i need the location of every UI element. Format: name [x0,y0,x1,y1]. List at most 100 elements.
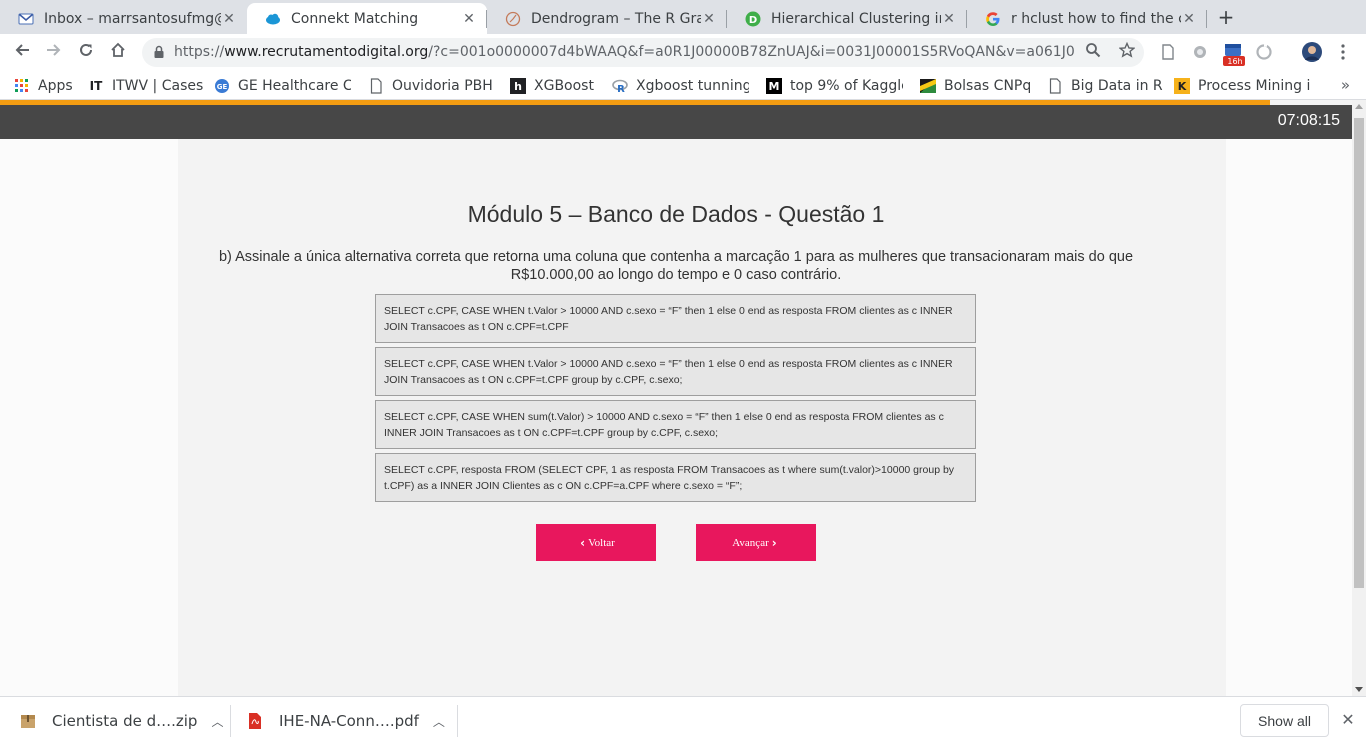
browser-toolbar: https://www.recrutamentodigital.org/?c=0… [0,34,1366,72]
datanovia-icon: D [745,11,761,27]
tab-title: r hclust how to find the co [1011,10,1181,27]
page-viewport: 07:08:15 Módulo 5 – Banco de Dados - Que… [0,100,1352,696]
download-shelf: Cientista de d….zip ︿ IHE-NA-Conn….pdf ︿… [0,696,1366,744]
scroll-up-arrow-icon[interactable] [1355,104,1363,109]
zoom-icon[interactable] [1083,42,1103,62]
bookmark-label: Big Data in R [1071,78,1163,94]
url-host: www.recrutamentodigital.org [224,44,429,60]
bookmarks-bar: Apps IT ITWV | Cases GE GE Healthcare Ca… [0,72,1366,100]
page-scrollbar[interactable] [1352,100,1366,696]
tab-title: Connekt Matching [291,10,419,27]
bookmark-xgboost[interactable]: h XGBoost [510,76,594,96]
svg-text:R: R [617,84,625,94]
bookmark-label: Ouvidoria PBH [392,78,493,94]
back-button-label: Voltar [588,536,615,549]
chevron-left-icon: ‹ [580,535,586,550]
tab-inbox[interactable]: Inbox – marrsantosufmg@ ✕ [0,3,247,34]
download-filename: IHE-NA-Conn….pdf [279,712,419,730]
home-icon[interactable] [106,41,130,65]
chevron-up-icon[interactable]: ︿ [211,713,223,730]
download-divider [457,705,458,737]
tab-divider [1206,10,1207,28]
reload-icon[interactable] [74,41,98,65]
close-icon[interactable]: ✕ [701,11,717,27]
chevron-right-icon: › [771,535,777,550]
left-margin [0,139,178,696]
download-filename: Cientista de d….zip [52,712,198,730]
kebab-menu-icon[interactable] [1336,43,1350,63]
r-logo-icon: R [612,78,628,94]
extension-badge: 16h [1227,57,1243,66]
svg-text:GE: GE [217,83,228,91]
forward-arrow-icon[interactable] [42,41,66,65]
tab-google-search[interactable]: r hclust how to find the co ✕ [967,3,1207,34]
next-button[interactable]: Avançar › [696,524,816,561]
next-button-label: Avançar [732,536,769,549]
close-icon[interactable]: ✕ [941,11,957,27]
back-button[interactable]: ‹ Voltar [536,524,656,561]
itwv-icon: IT [89,79,103,93]
show-all-downloads-button[interactable]: Show all [1240,704,1329,737]
tab-dendrogram[interactable]: Dendrogram – The R Grap ✕ [487,3,727,34]
browser-tab-strip: Inbox – marrsantosufmg@ ✕ Connekt Matchi… [0,0,1366,34]
calendar-extension-icon[interactable]: 16h [1223,42,1247,68]
bookmark-label: Apps [38,78,73,94]
document-extension-icon[interactable] [1159,43,1179,63]
bookmark-ge-healthcare[interactable]: GE GE Healthcare Ca [214,76,351,96]
bookmark-cnpq[interactable]: Bolsas CNPq [920,76,1031,96]
bookmark-apps[interactable]: Apps [14,76,73,96]
star-icon[interactable] [1117,41,1137,62]
pdf-icon [247,712,263,730]
address-bar[interactable]: https://www.recrutamentodigital.org/?c=0… [142,38,1144,67]
answer-option-2[interactable]: SELECT c.CPF, CASE WHEN t.Valor > 10000 … [375,347,976,396]
url-scheme: https:// [174,44,225,60]
bookmark-label: top 9% of Kaggle [790,78,903,94]
bookmark-process-mining[interactable]: K Process Mining i [1174,76,1310,96]
download-item-pdf[interactable]: IHE-NA-Conn….pdf ︿ [247,697,445,745]
sync-extension-icon[interactable] [1255,43,1275,63]
url-text[interactable]: https://www.recrutamentodigital.org/?c=0… [174,38,1074,67]
svg-text:D: D [749,15,757,26]
bookmark-ouvidoria[interactable]: Ouvidoria PBH [368,76,493,96]
scroll-thumb[interactable] [1354,118,1364,588]
tab-divider [726,10,727,28]
circle-extension-icon[interactable] [1191,43,1211,63]
close-icon[interactable]: ✕ [461,11,477,27]
page-icon [368,78,384,94]
close-icon[interactable]: ✕ [1338,709,1358,731]
answer-option-1[interactable]: SELECT c.CPF, CASE WHEN t.Valor > 10000 … [375,294,976,343]
answer-option-3[interactable]: SELECT c.CPF, CASE WHEN sum(t.Valor) > 1… [375,400,976,449]
quiz-header-band: 07:08:15 [0,105,1352,139]
quiz-timer: 07:08:15 [1277,112,1340,129]
profile-avatar[interactable] [1301,41,1323,63]
tab-title: Hierarchical Clustering in [771,10,941,27]
scroll-down-arrow-icon[interactable] [1355,687,1363,692]
download-item-zip[interactable]: Cientista de d….zip ︿ [20,697,223,745]
tab-hierarchical-clustering[interactable]: D Hierarchical Clustering in ✕ [727,3,967,34]
ge-icon: GE [214,78,230,94]
bookmarks-overflow-button[interactable]: » [1341,76,1350,94]
tab-divider [966,10,967,28]
bookmark-xgboost-tunning[interactable]: R Xgboost tunning [612,76,749,96]
r-graph-gallery-icon [505,11,521,27]
close-icon[interactable]: ✕ [1181,11,1197,27]
h-icon: h [510,78,526,94]
bookmark-kaggle[interactable]: M top 9% of Kaggle [766,76,903,96]
tab-title: Inbox – marrsantosufmg@ [44,10,221,27]
lock-icon[interactable] [153,44,165,60]
tab-divider [486,10,487,28]
question-title: Módulo 5 – Banco de Dados - Questão 1 [467,201,885,227]
chevron-up-icon[interactable]: ︿ [433,713,445,730]
salesforce-cloud-icon [265,11,281,27]
tab-title: Dendrogram – The R Grap [531,10,701,27]
zip-archive-icon [20,712,36,730]
right-margin [1226,139,1352,696]
tab-connekt-matching[interactable]: Connekt Matching ✕ [247,3,487,34]
close-icon[interactable]: ✕ [221,11,237,27]
bookmark-big-data-r[interactable]: Big Data in R [1047,76,1163,96]
back-arrow-icon[interactable] [10,41,34,65]
bookmark-itwv[interactable]: IT ITWV | Cases [88,76,204,96]
url-path: /?c=001o0000007d4bWAAQ&f=a0R1J00000B78Zn… [428,44,1074,60]
new-tab-button[interactable]: + [1215,6,1237,28]
answer-option-4[interactable]: SELECT c.CPF, resposta FROM (SELECT CPF,… [375,453,976,502]
